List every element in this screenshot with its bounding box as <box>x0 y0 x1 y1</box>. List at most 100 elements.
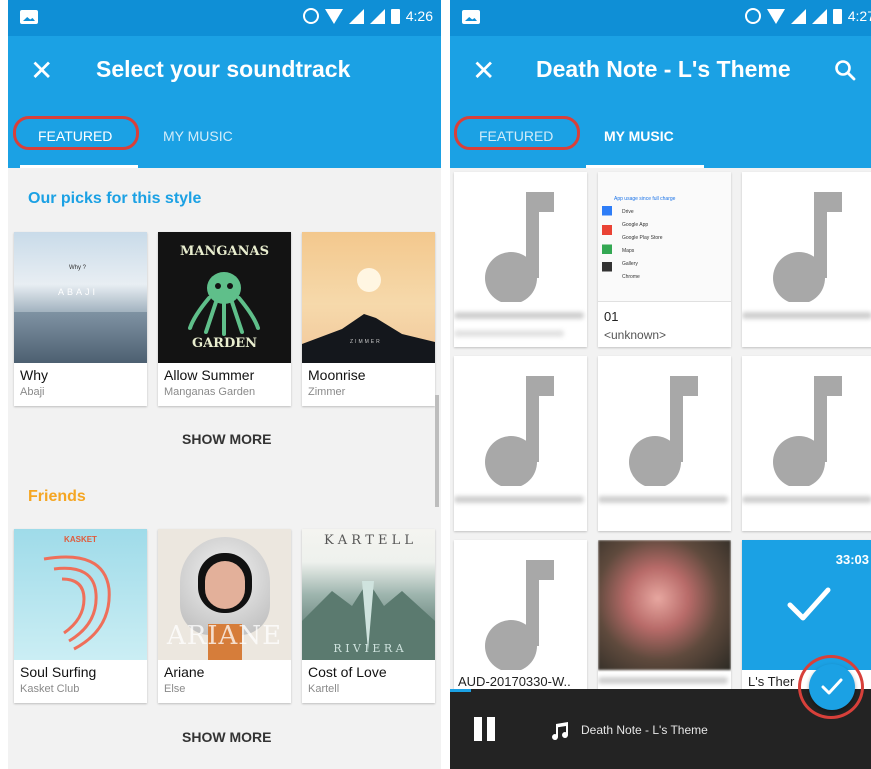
album-artist: Kartell <box>308 683 340 695</box>
tab-my-music[interactable]: MY MUSIC <box>604 128 674 144</box>
album-art-text: ZIMMER <box>350 339 382 345</box>
show-more-button[interactable]: SHOW MORE <box>182 729 271 745</box>
track-title: AUD-20170330-W.. <box>458 674 571 689</box>
pause-icon-bar <box>487 717 495 741</box>
screenshot-row: Maps <box>622 248 635 254</box>
album-art-why: Why ? ABAJI <box>14 232 147 363</box>
tab-my-music[interactable]: MY MUSIC <box>163 128 233 144</box>
toolbar: ✕ Death Note - L's Theme <box>450 36 871 106</box>
pause-icon[interactable] <box>474 717 482 741</box>
music-tile[interactable] <box>742 172 871 347</box>
music-note-icon <box>773 192 842 302</box>
status-bar: 4:26 <box>8 0 441 36</box>
album-art-moonrise: ZIMMER <box>302 232 435 363</box>
album-art-blurred <box>598 540 731 670</box>
tab-bar: FEATURED MY MUSIC <box>8 106 441 168</box>
album-art-cost-of-love: K A R T E L L R I V I E R A <box>302 529 435 660</box>
music-tile[interactable] <box>454 356 587 531</box>
battery-icon <box>832 8 842 24</box>
track-artist: <unknown> <box>604 328 667 342</box>
signal-icon <box>348 8 364 24</box>
tab-featured[interactable]: FEATURED <box>38 128 112 144</box>
track-duration: 33:03 <box>835 552 869 567</box>
tab-featured[interactable]: FEATURED <box>479 128 553 144</box>
album-card[interactable]: K A R T E L L R I V I E R A Cost of Love… <box>302 529 435 703</box>
status-time: 4:27 <box>847 8 871 24</box>
album-art-text: KASKET <box>64 535 97 544</box>
status-time: 4:26 <box>405 8 433 24</box>
image-notification-icon <box>462 10 480 24</box>
album-card[interactable]: ZIMMER Moonrise Zimmer <box>302 232 435 406</box>
now-playing-title: Death Note - L's Theme <box>581 723 708 737</box>
blurred-title <box>598 496 728 503</box>
track-title: L's Ther <box>748 674 795 689</box>
wifi-icon <box>324 8 343 24</box>
tab-selected-indicator <box>586 165 704 168</box>
toolbar: ✕ Select your soundtrack <box>8 36 441 106</box>
album-art-text-top: K A R T E L L <box>323 533 414 548</box>
track-title: 01 <box>604 309 619 324</box>
album-card[interactable]: Why ? ABAJI Why Abaji <box>14 232 147 406</box>
blurred-title <box>454 496 584 503</box>
page-title: Death Note - L's Theme <box>536 56 791 82</box>
playback-progress[interactable] <box>450 689 472 692</box>
music-note-icon <box>629 376 698 486</box>
octopus-illustration <box>188 272 260 336</box>
music-note-icon <box>485 376 554 486</box>
wifi-icon <box>766 8 785 24</box>
music-tile[interactable] <box>598 356 731 531</box>
confirm-fab[interactable] <box>809 664 855 710</box>
tab-bar: FEATURED MY MUSIC <box>450 106 871 168</box>
blurred-subtitle <box>454 330 564 337</box>
signal-icon <box>790 8 806 24</box>
search-icon[interactable] <box>833 58 857 82</box>
album-name: Cost of Love <box>308 664 387 680</box>
music-note-icon <box>773 376 842 486</box>
mountain-shape <box>302 314 435 363</box>
status-bar: 4:27 <box>450 0 871 36</box>
album-art-text: ABAJI <box>58 287 99 297</box>
album-art-text-bottom: GARDEN <box>191 336 258 351</box>
album-card[interactable]: MANGANAS GARDEN Allow Summer Manganas Ga… <box>158 232 291 406</box>
album-card[interactable]: KASKET Soul Surfing Kasket Club <box>14 529 147 703</box>
close-icon[interactable]: ✕ <box>30 54 53 88</box>
album-artist: Manganas Garden <box>164 386 256 398</box>
album-artist: Zimmer <box>308 386 346 398</box>
blurred-title <box>598 677 728 684</box>
screenshot-header: App usage since full charge <box>614 196 676 202</box>
album-artist: Kasket Club <box>20 683 80 695</box>
section-title-friends: Friends <box>28 488 86 505</box>
signal-icon-2 <box>369 8 385 24</box>
album-art-soul-surfing: KASKET <box>14 529 147 660</box>
screenshot-row: Drive <box>622 209 634 215</box>
album-name: Soul Surfing <box>20 664 97 680</box>
scrollbar[interactable] <box>435 395 439 507</box>
player-bar: Death Note - L's Theme <box>450 689 871 769</box>
blurred-title <box>454 312 584 319</box>
blurred-title <box>742 496 871 503</box>
music-tile[interactable] <box>454 172 587 347</box>
screenshot-rows: Drive Google App Google Play Store Maps … <box>622 206 663 284</box>
image-notification-icon <box>20 10 38 24</box>
screenshot-row: Google App <box>622 222 649 228</box>
show-more-button[interactable]: SHOW MORE <box>182 431 271 447</box>
album-artist: Abaji <box>20 386 45 398</box>
check-icon <box>821 678 843 695</box>
wave-illustration <box>43 555 111 651</box>
check-icon <box>787 587 831 621</box>
screen-select-soundtrack: 4:26 ✕ Select your soundtrack FEATURED M… <box>8 0 441 769</box>
screen-my-music: 4:27 ✕ Death Note - L's Theme FEATURED M… <box>450 0 871 769</box>
music-tile[interactable] <box>742 356 871 531</box>
signal-icon-2 <box>811 8 827 24</box>
album-artist: Else <box>164 683 186 695</box>
album-card[interactable]: ARIANE Ariane Else <box>158 529 291 703</box>
section-title-picks: Our picks for this style <box>28 190 202 207</box>
album-art-allow-summer: MANGANAS GARDEN <box>158 232 291 363</box>
screenshot-row: Gallery <box>622 261 638 267</box>
alarm-icon <box>744 8 761 24</box>
tab-selected-indicator <box>20 165 138 168</box>
close-icon[interactable]: ✕ <box>472 54 495 88</box>
music-tile[interactable]: App usage since full charge Drive Google… <box>598 172 731 347</box>
screenshot-thumbnail: App usage since full charge Drive Google… <box>598 172 731 302</box>
album-name: Ariane <box>164 664 205 680</box>
